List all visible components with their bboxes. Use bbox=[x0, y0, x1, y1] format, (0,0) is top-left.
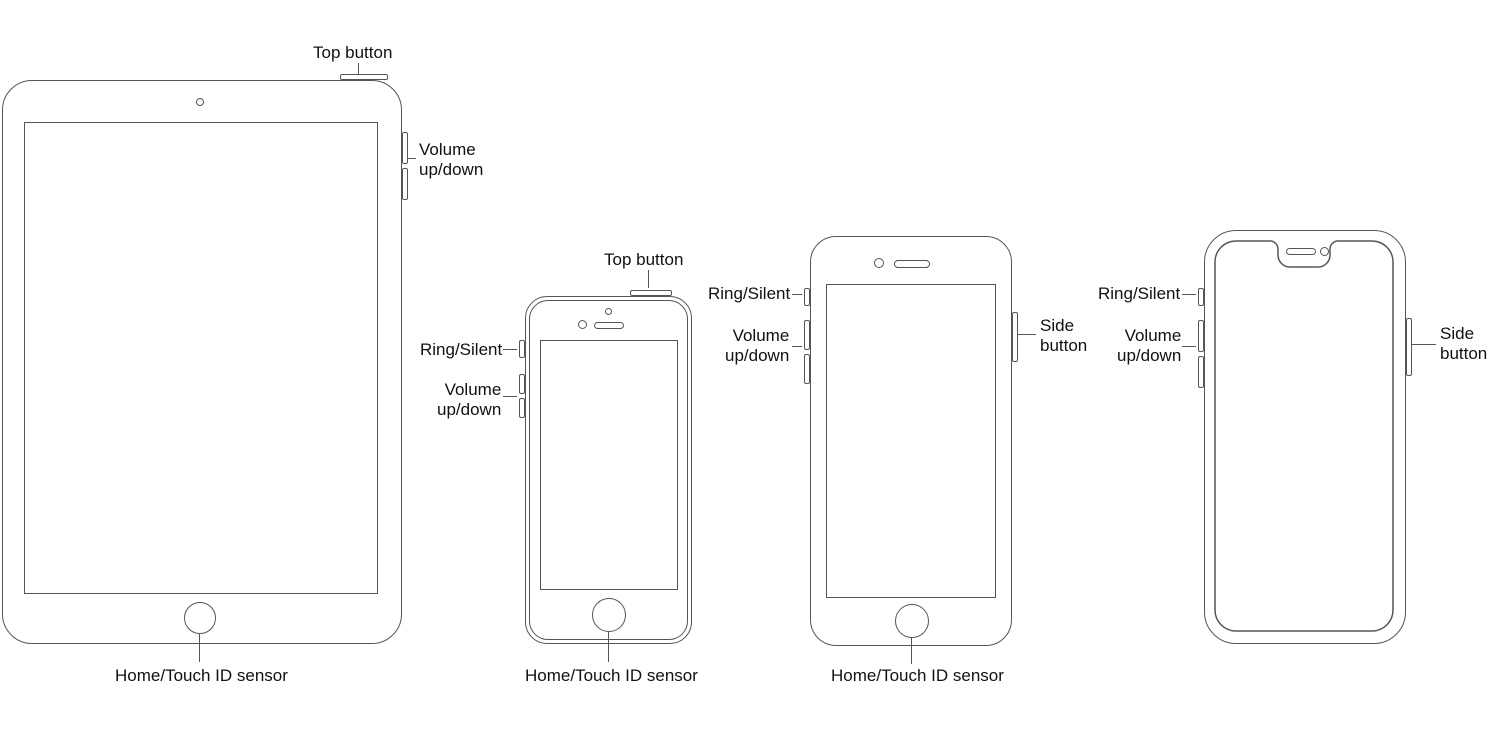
lead bbox=[648, 270, 649, 288]
se-screen bbox=[540, 340, 678, 590]
se-vol-down-icon bbox=[519, 398, 525, 418]
diagram-stage: Top button Volume up/down Home/Touch ID … bbox=[0, 0, 1500, 732]
ipad-top-button-icon bbox=[340, 74, 388, 80]
lead bbox=[408, 158, 416, 159]
if-speaker-icon bbox=[1286, 248, 1316, 255]
se-speaker-icon bbox=[594, 322, 624, 329]
lead bbox=[792, 346, 802, 347]
lead bbox=[792, 294, 802, 295]
ih-camera-icon bbox=[874, 258, 884, 268]
ipad-camera-icon bbox=[196, 98, 204, 106]
ih-home-button-icon bbox=[895, 604, 929, 638]
if-camera-icon bbox=[1320, 247, 1329, 256]
ipad-volume-up-icon bbox=[402, 132, 408, 164]
ipad-top-button-label: Top button bbox=[313, 43, 392, 63]
se-top-button-label: Top button bbox=[604, 250, 683, 270]
ih-volume-label: Volume up/down bbox=[725, 326, 789, 367]
ipad-screen bbox=[24, 122, 378, 594]
se-top-button-icon bbox=[630, 290, 672, 296]
lead bbox=[503, 396, 517, 397]
ih-ring-silent-label: Ring/Silent bbox=[708, 284, 790, 304]
lead bbox=[503, 349, 517, 350]
lead bbox=[1412, 344, 1436, 345]
ih-side-label: Side button bbox=[1040, 316, 1087, 357]
lead bbox=[358, 63, 359, 74]
if-side-button-icon bbox=[1406, 318, 1412, 376]
if-side-label: Side button bbox=[1440, 324, 1487, 365]
if-volume-label: Volume up/down bbox=[1117, 326, 1181, 367]
ipad-home-label: Home/Touch ID sensor bbox=[115, 666, 288, 686]
if-ring-silent-label: Ring/Silent bbox=[1098, 284, 1180, 304]
se-home-label: Home/Touch ID sensor bbox=[525, 666, 698, 686]
ipad-volume-down-icon bbox=[402, 168, 408, 200]
lead bbox=[199, 634, 200, 662]
se-ring-silent-icon bbox=[519, 340, 525, 358]
ipad-home-button-icon bbox=[184, 602, 216, 634]
if-vol-up-icon bbox=[1198, 320, 1204, 352]
se-ring-silent-label: Ring/Silent bbox=[420, 340, 502, 360]
se-volume-label: Volume up/down bbox=[437, 380, 501, 421]
lead bbox=[608, 632, 609, 662]
if-ring-silent-icon bbox=[1198, 288, 1204, 306]
se-vol-up-icon bbox=[519, 374, 525, 394]
ih-ring-silent-icon bbox=[804, 288, 810, 306]
ih-vol-down-icon bbox=[804, 354, 810, 384]
se-camera-icon bbox=[578, 320, 587, 329]
if-screen bbox=[1214, 240, 1394, 632]
if-vol-down-icon bbox=[1198, 356, 1204, 388]
ih-side-button-icon bbox=[1012, 312, 1018, 362]
lead bbox=[911, 638, 912, 664]
se-home-button-icon bbox=[592, 598, 626, 632]
ipad-volume-label: Volume up/down bbox=[419, 140, 483, 181]
ih-home-label: Home/Touch ID sensor bbox=[831, 666, 1004, 686]
ih-screen bbox=[826, 284, 996, 598]
lead bbox=[1182, 294, 1196, 295]
lead bbox=[1182, 346, 1196, 347]
ih-vol-up-icon bbox=[804, 320, 810, 350]
se-sensor-icon bbox=[605, 308, 612, 315]
ih-speaker-icon bbox=[894, 260, 930, 268]
lead bbox=[1018, 334, 1036, 335]
